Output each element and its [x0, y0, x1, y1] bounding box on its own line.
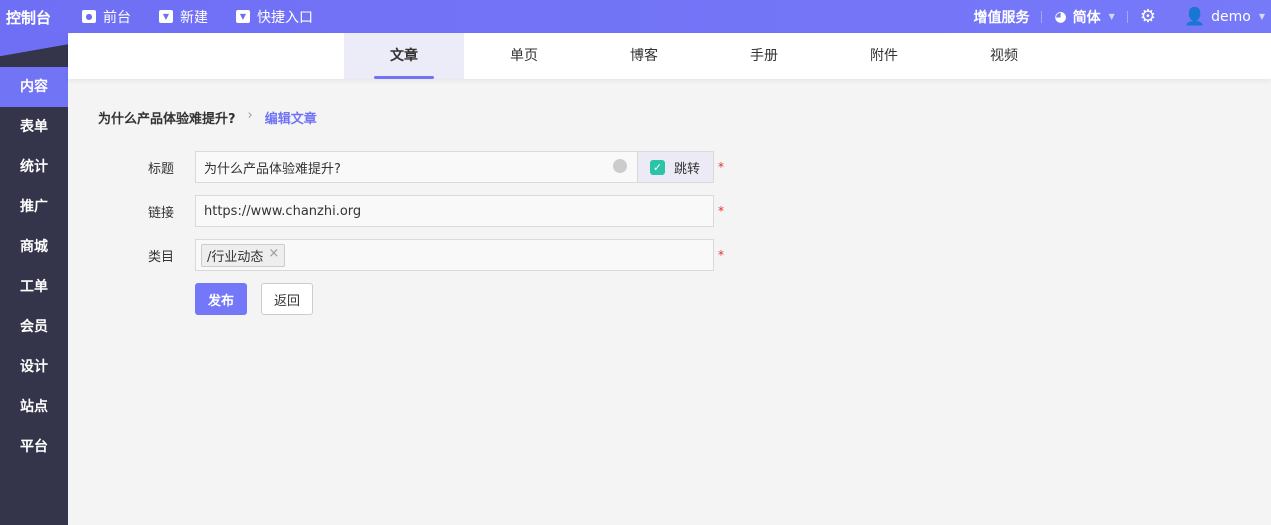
- sidebar-item-platform[interactable]: 平台: [0, 427, 68, 467]
- breadcrumb: 为什么产品体验难提升? › 编辑文章: [98, 108, 317, 127]
- jump-checkbox[interactable]: ✓ 跳转: [637, 151, 714, 183]
- chevron-right-icon: ›: [247, 108, 253, 123]
- title-input[interactable]: 为什么产品体验难提升? ✓ 跳转: [195, 151, 714, 183]
- user-icon: 👤: [1183, 6, 1206, 27]
- palette-icon[interactable]: [613, 159, 627, 173]
- publish-button[interactable]: 发布: [195, 283, 247, 315]
- tab-manual[interactable]: 手册: [704, 33, 824, 79]
- language-label: 简体: [1072, 9, 1101, 26]
- gear-icon[interactable]: ⚙: [1140, 6, 1156, 27]
- topnav-shortcuts[interactable]: ▼ 快捷入口: [236, 7, 313, 27]
- topnav-frontend[interactable]: ● 前台: [82, 7, 131, 27]
- top-bar: 控制台 ● 前台 ▼ 新建 ▼ 快捷入口 增值服务 ◕ 简体 ▼ ⚙ 👤 demo ▼: [0, 0, 1271, 33]
- divider: [1126, 10, 1128, 23]
- globe-icon: ◕: [1054, 8, 1067, 25]
- topnav-label: 前台: [103, 9, 131, 26]
- required-mark: *: [718, 160, 724, 174]
- sidebar-item-site[interactable]: 站点: [0, 387, 68, 427]
- checkbox-checked-icon: ✓: [650, 159, 665, 175]
- sidebar-item-stats[interactable]: 统计: [0, 147, 68, 187]
- sidebar-item-tickets[interactable]: 工单: [0, 267, 68, 307]
- breadcrumb-current: 编辑文章: [264, 112, 317, 127]
- caret-down-icon: ▼: [1258, 12, 1265, 21]
- link-label: 链接: [148, 205, 175, 221]
- divider: [1041, 10, 1043, 23]
- link-input[interactable]: https://www.chanzhi.org: [195, 195, 714, 227]
- tab-attachment[interactable]: 附件: [824, 33, 944, 79]
- category-tag-label: /行业动态: [207, 249, 264, 265]
- topnav-label: 快捷入口: [257, 9, 313, 26]
- value-added-services-link[interactable]: 增值服务: [973, 7, 1029, 27]
- tab-blog[interactable]: 博客: [584, 33, 704, 79]
- sidebar-item-shop[interactable]: 商城: [0, 227, 68, 267]
- user-menu[interactable]: 👤 demo ▼: [1184, 7, 1265, 27]
- topnav-label: 新建: [180, 9, 208, 26]
- sidebar-item-promotion[interactable]: 推广: [0, 187, 68, 227]
- sidebar: 内容 表单 统计 推广 商城 工单 会员 设计 站点 平台: [0, 33, 68, 525]
- language-dropdown[interactable]: ◕ 简体 ▼: [1054, 7, 1114, 27]
- category-tag: /行业动态 ×: [201, 243, 286, 267]
- topnav-new[interactable]: ▼ 新建: [159, 7, 208, 27]
- tab-video[interactable]: 视频: [944, 33, 1064, 79]
- title-label: 标题: [148, 161, 175, 177]
- tab-page[interactable]: 单页: [464, 33, 584, 79]
- category-label: 类目: [148, 249, 175, 265]
- back-button[interactable]: 返回: [261, 283, 313, 315]
- username: demo: [1211, 8, 1251, 25]
- logo: 控制台: [6, 9, 52, 27]
- link-value: https://www.chanzhi.org: [204, 203, 362, 219]
- title-value: 为什么产品体验难提升?: [204, 161, 341, 177]
- required-mark: *: [718, 248, 724, 262]
- caret-down-icon: ▼: [236, 10, 250, 23]
- sidebar-item-design[interactable]: 设计: [0, 347, 68, 387]
- sidebar-item-members[interactable]: 会员: [0, 307, 68, 347]
- content-tabs: 文章 单页 博客 手册 附件 视频: [68, 33, 1271, 79]
- eye-icon: ●: [82, 10, 96, 23]
- tab-article[interactable]: 文章: [344, 33, 464, 79]
- close-icon[interactable]: ×: [268, 246, 279, 265]
- sidebar-item-forms[interactable]: 表单: [0, 107, 68, 147]
- sidebar-item-content[interactable]: 内容: [0, 67, 68, 107]
- required-mark: *: [718, 204, 724, 218]
- caret-down-icon: ▼: [159, 10, 173, 23]
- caret-down-icon: ▼: [1108, 12, 1115, 21]
- breadcrumb-parent[interactable]: 为什么产品体验难提升?: [98, 108, 236, 127]
- sidebar-decoration: [0, 33, 68, 67]
- category-select[interactable]: /行业动态 ×: [195, 239, 714, 271]
- jump-label: 跳转: [674, 161, 701, 177]
